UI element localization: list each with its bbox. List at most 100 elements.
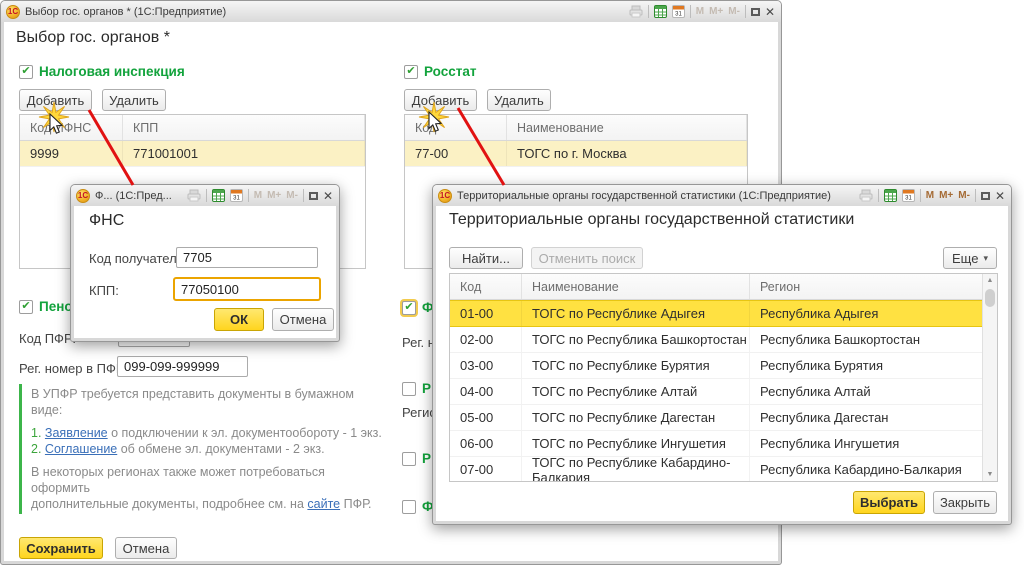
- checkbox-tax-inspection[interactable]: ✔ Налоговая инспекция: [19, 64, 185, 79]
- calculator-icon[interactable]: [884, 189, 897, 202]
- table-row[interactable]: 02-00 ТОГС по Республика Башкортостан Ре…: [450, 327, 997, 353]
- titlebar-separator: [648, 5, 649, 18]
- checkbox-label: Пено: [39, 299, 73, 314]
- close-button[interactable]: Закрыть: [933, 491, 997, 514]
- column-header[interactable]: Код: [405, 115, 507, 140]
- select-button[interactable]: Выбрать: [853, 491, 925, 514]
- memory-icon[interactable]: M: [254, 190, 262, 201]
- stats-titlebar: 1С Территориальные органы государственно…: [433, 185, 1011, 206]
- stats-dialog: 1С Территориальные органы государственно…: [432, 184, 1012, 525]
- application-link[interactable]: Заявление: [45, 426, 108, 440]
- checkbox-box[interactable]: ✔: [404, 65, 418, 79]
- check-icon: ✔: [21, 301, 30, 312]
- column-header[interactable]: Наименование: [507, 115, 747, 140]
- rosstat-add-button[interactable]: Добавить: [404, 89, 477, 111]
- checkbox-rosstat[interactable]: ✔ Росстат: [404, 64, 476, 79]
- print-icon[interactable]: [187, 189, 201, 202]
- checkbox-fss[interactable]: ✔ Ф: [402, 300, 434, 315]
- table-row[interactable]: 03-00 ТОГС по Республике Бурятия Республ…: [450, 353, 997, 379]
- kpp-input[interactable]: 77050100: [173, 277, 321, 301]
- pension-info-block: В УПФР требуется представить документы в…: [19, 384, 387, 514]
- agreement-link[interactable]: Соглашение: [45, 442, 117, 456]
- ok-button[interactable]: ОК: [214, 308, 264, 331]
- table-row[interactable]: 06-00 ТОГС по Республике Ингушетия Респу…: [450, 431, 997, 457]
- find-button[interactable]: Найти...: [449, 247, 523, 269]
- close-icon[interactable]: ✕: [995, 190, 1005, 202]
- info-item-1: 1. Заявление о подключении к эл. докумен…: [31, 425, 387, 441]
- maximize-icon[interactable]: [309, 192, 318, 200]
- checkbox-box[interactable]: ✔: [402, 301, 416, 315]
- checkbox-label: Р: [422, 451, 431, 466]
- memory-icon[interactable]: M: [926, 190, 934, 201]
- checkbox-box[interactable]: [402, 500, 416, 514]
- fns-cancel-button[interactable]: Отмена: [272, 308, 334, 331]
- calculator-icon[interactable]: [654, 5, 667, 18]
- checkbox-box[interactable]: [402, 452, 416, 466]
- column-header[interactable]: Код: [450, 274, 522, 299]
- cell: 07-00: [450, 457, 522, 482]
- memory-minus-icon[interactable]: M-: [958, 190, 970, 201]
- memory-plus-icon[interactable]: M+: [709, 6, 723, 17]
- cell: Республика Адыгея: [750, 301, 997, 326]
- checkbox-box[interactable]: ✔: [19, 65, 33, 79]
- checkbox-hidden-2[interactable]: Р: [402, 381, 431, 396]
- column-header[interactable]: Наименование: [522, 274, 750, 299]
- memory-plus-icon[interactable]: M+: [267, 190, 281, 201]
- save-button[interactable]: Сохранить: [19, 537, 103, 559]
- cell: 03-00: [450, 353, 522, 378]
- memory-icon[interactable]: M: [696, 6, 704, 17]
- table-row[interactable]: 04-00 ТОГС по Республике Алтай Республик…: [450, 379, 997, 405]
- cancel-search-button[interactable]: Отменить поиск: [531, 247, 643, 269]
- recipient-code-input[interactable]: 7705: [176, 247, 318, 268]
- print-icon[interactable]: [629, 5, 643, 18]
- memory-minus-icon[interactable]: M-: [728, 6, 740, 17]
- maximize-icon[interactable]: [981, 192, 990, 200]
- stats-table-header: Код Наименование Регион: [450, 274, 997, 300]
- fns-dialog: 1С Ф... (1С:Пред... 31 M M+ M- ✕ ФНС Код…: [70, 184, 340, 342]
- maximize-icon[interactable]: [751, 8, 760, 16]
- fns-heading: ФНС: [89, 212, 124, 230]
- tax-remove-button[interactable]: Удалить: [102, 89, 166, 111]
- column-header[interactable]: Код ИФНС: [20, 115, 123, 140]
- table-row[interactable]: 77-00 ТОГС по г. Москва: [405, 141, 747, 167]
- close-icon[interactable]: ✕: [323, 190, 333, 202]
- checkbox-box[interactable]: ✔: [19, 300, 33, 314]
- scroll-down-icon[interactable]: ▼: [983, 468, 997, 481]
- close-icon[interactable]: ✕: [765, 6, 775, 18]
- titlebar-separator: [745, 5, 746, 18]
- svg-text:31: 31: [905, 196, 912, 202]
- fns-titlebar: 1С Ф... (1С:Пред... 31 M M+ M- ✕: [71, 185, 339, 206]
- memory-minus-icon[interactable]: M-: [286, 190, 298, 201]
- vertical-scrollbar[interactable]: ▲ ▼: [982, 274, 997, 481]
- checkbox-box[interactable]: [402, 382, 416, 396]
- table-row[interactable]: 05-00 ТОГС по Республике Дагестан Респуб…: [450, 405, 997, 431]
- column-header[interactable]: КПП: [123, 115, 365, 140]
- table-row[interactable]: 07-00 ТОГС по Республике Кабардино-Балка…: [450, 457, 997, 482]
- svg-text:31: 31: [233, 196, 240, 202]
- stats-table: Код Наименование Регион 01-00 ТОГС по Ре…: [449, 273, 998, 482]
- cell: Республика Дагестан: [750, 405, 997, 430]
- cell: ТОГС по Республике Адыгея: [522, 301, 750, 326]
- checkbox-pension-fund[interactable]: ✔ Пено: [19, 299, 73, 314]
- calendar-icon[interactable]: 31: [230, 189, 243, 202]
- pfr-reg-input[interactable]: 099-099-999999: [117, 356, 248, 377]
- calculator-icon[interactable]: [212, 189, 225, 202]
- memory-plus-icon[interactable]: M+: [939, 190, 953, 201]
- cancel-button[interactable]: Отмена: [115, 537, 177, 559]
- pfr-code-label: Код ПФР:: [19, 331, 76, 346]
- calendar-icon[interactable]: 31: [672, 5, 685, 18]
- table-row[interactable]: 9999 771001001: [20, 141, 365, 167]
- calendar-icon[interactable]: 31: [902, 189, 915, 202]
- checkbox-hidden-3[interactable]: Р: [402, 451, 431, 466]
- table-row-selected[interactable]: 01-00 ТОГС по Республике Адыгея Республи…: [450, 300, 997, 327]
- column-header[interactable]: Регион: [750, 274, 997, 299]
- checkbox-hidden-4[interactable]: Ф: [402, 499, 434, 514]
- more-button[interactable]: Еще ▾: [943, 247, 997, 269]
- info-outro-line1: В некоторых регионах также может потребо…: [31, 464, 387, 496]
- pfr-site-link[interactable]: сайте: [307, 497, 340, 511]
- rosstat-remove-button[interactable]: Удалить: [487, 89, 551, 111]
- scrollbar-thumb[interactable]: [985, 289, 995, 307]
- scroll-up-icon[interactable]: ▲: [983, 274, 997, 287]
- print-icon[interactable]: [859, 189, 873, 202]
- tax-add-button[interactable]: Добавить: [19, 89, 92, 111]
